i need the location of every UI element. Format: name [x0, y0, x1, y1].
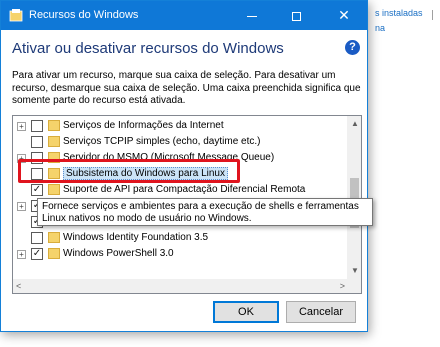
folder-icon [48, 248, 60, 259]
background-separator [432, 10, 433, 20]
tree-item-label: Serviços de Informações da Internet [63, 120, 224, 131]
scroll-up-icon[interactable]: ▲ [348, 118, 362, 130]
title-bar[interactable]: Recursos do Windows ✕ [1, 1, 367, 30]
background-link[interactable]: na [375, 23, 385, 33]
page-title: Ativar ou desativar recursos do Windows [12, 40, 284, 57]
feature-checkbox[interactable] [31, 136, 43, 148]
scroll-down-icon[interactable]: ▼ [348, 265, 362, 277]
scroll-left-icon[interactable]: < [16, 279, 21, 293]
tree-item-wif[interactable]: Windows Identity Foundation 3.5 [13, 230, 343, 246]
background-link-installed[interactable]: s instaladas [375, 8, 423, 18]
feature-checkbox[interactable] [31, 120, 43, 132]
cancel-button[interactable]: Cancelar [286, 301, 356, 323]
expand-icon[interactable]: + [17, 122, 26, 131]
feature-checkbox[interactable] [31, 232, 43, 244]
tree-item-label: Serviços TCPIP simples (echo, daytime et… [63, 136, 261, 147]
description-text: Para ativar um recurso, marque sua caixa… [12, 70, 361, 106]
horizontal-scrollbar[interactable]: < > [13, 279, 361, 293]
tree-item-powershell[interactable]: + ✓ Windows PowerShell 3.0 [13, 246, 343, 262]
windows-features-icon [9, 9, 23, 22]
maximize-button[interactable] [275, 1, 317, 30]
tree-item-rdc[interactable]: ✓ Suporte de API para Compactação Difere… [13, 182, 343, 198]
ok-button[interactable]: OK [213, 301, 279, 323]
close-icon: ✕ [338, 7, 350, 23]
close-button[interactable]: ✕ [323, 1, 365, 30]
folder-icon [48, 184, 60, 195]
tree-item-tcpip[interactable]: Serviços TCPIP simples (echo, daytime et… [13, 134, 343, 150]
minimize-button[interactable] [231, 1, 273, 30]
expand-icon[interactable]: + [17, 250, 26, 259]
expand-icon[interactable]: + [17, 202, 26, 211]
feature-checkbox[interactable]: ✓ [31, 184, 43, 196]
window-title: Recursos do Windows [29, 9, 139, 21]
screen: s instaladas na Recursos do Windows ✕ At… [0, 0, 440, 347]
help-icon[interactable]: ? [345, 40, 360, 55]
highlight-annotation [18, 159, 240, 183]
tree-item-label: Windows Identity Foundation 3.5 [63, 232, 209, 243]
folder-icon [48, 120, 60, 131]
folder-icon [48, 136, 60, 147]
minimize-icon [247, 15, 257, 17]
tooltip: Fornece serviços e ambientes para a exec… [37, 198, 373, 226]
tree-item-label: Suporte de API para Compactação Diferenc… [63, 184, 306, 195]
maximize-icon [291, 11, 301, 21]
feature-checkbox[interactable]: ✓ [31, 248, 43, 260]
tree-item-label: Windows PowerShell 3.0 [63, 248, 174, 259]
scroll-right-icon[interactable]: > [340, 279, 345, 293]
tree-item-iis[interactable]: + Serviços de Informações da Internet [13, 118, 343, 134]
folder-icon [48, 232, 60, 243]
